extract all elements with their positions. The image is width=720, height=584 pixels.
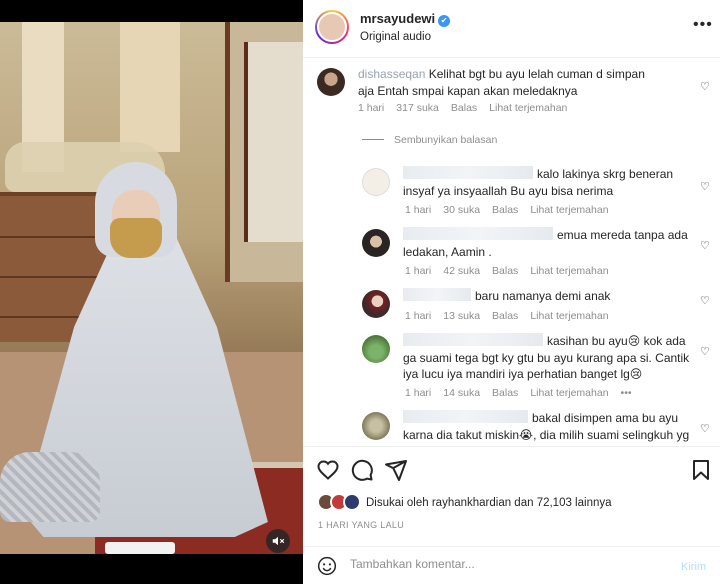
like-comment-heart-icon[interactable]: ♡	[700, 80, 710, 93]
redacted-username	[403, 288, 471, 301]
comment-more-icon[interactable]: •••	[621, 387, 632, 399]
like-comment-heart-icon[interactable]: ♡	[700, 239, 710, 252]
commenter-avatar[interactable]	[362, 335, 390, 363]
bookmark-icon[interactable]	[689, 458, 713, 482]
redacted-username	[403, 166, 533, 179]
avatar	[343, 493, 361, 511]
mute-button[interactable]	[266, 529, 290, 553]
speaker-muted-icon	[272, 536, 285, 546]
like-comment-heart-icon[interactable]: ♡	[700, 294, 710, 307]
commenter-avatar[interactable]	[362, 168, 390, 196]
redacted-username	[403, 333, 543, 346]
post-comment-button[interactable]: Kirim	[681, 561, 706, 573]
share-icon[interactable]	[384, 458, 408, 482]
comment-icon[interactable]	[350, 458, 374, 482]
like-comment-heart-icon[interactable]: ♡	[700, 422, 710, 435]
verified-badge-icon: ✔	[438, 15, 451, 27]
author-username[interactable]: mrsayudewi ✔	[360, 11, 451, 27]
post-viewer: mrsayudewi ✔ Original audio ••• dishasseq…	[0, 0, 720, 584]
commenter-avatar[interactable]	[362, 412, 390, 440]
author-avatar[interactable]	[315, 10, 349, 44]
hide-replies-toggle[interactable]: Sembunyikan balasan	[362, 134, 497, 146]
video-panel[interactable]	[0, 0, 303, 584]
heart-icon[interactable]	[316, 458, 340, 482]
more-options-icon[interactable]: •••	[693, 16, 713, 34]
post-actions: Disukai oleh rayhankhardian dan 72,103 l…	[303, 446, 720, 546]
commenter-avatar[interactable]	[362, 229, 390, 257]
smiley-icon[interactable]	[317, 556, 337, 576]
post-date: 1 HARI YANG LALU	[318, 520, 404, 530]
comment-input[interactable]	[350, 557, 650, 571]
like-comment-heart-icon[interactable]: ♡	[700, 180, 710, 193]
post-header: mrsayudewi ✔ Original audio •••	[303, 0, 720, 58]
commenter-avatar[interactable]	[362, 290, 390, 318]
audio-link[interactable]: Original audio	[360, 31, 431, 43]
commenter-avatar[interactable]	[317, 68, 345, 96]
redacted-username	[403, 410, 528, 423]
likes-summary[interactable]: Disukai oleh rayhankhardian dan 72,103 l…	[366, 497, 612, 509]
comments-list[interactable]: dishasseqan Kelihat bgt bu ayu lelah cum…	[303, 58, 720, 446]
like-comment-heart-icon[interactable]: ♡	[700, 345, 710, 358]
redacted-username	[403, 227, 553, 240]
video-frame[interactable]	[0, 22, 303, 554]
post-sidebar: mrsayudewi ✔ Original audio ••• dishasseq…	[303, 0, 720, 584]
comment-box: Kirim	[303, 546, 720, 584]
